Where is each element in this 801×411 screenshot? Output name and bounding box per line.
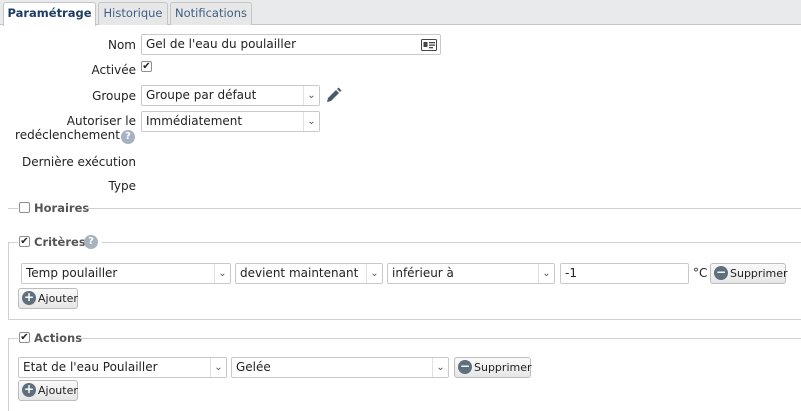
nom-label: Nom (107, 38, 136, 52)
id-card-icon (421, 38, 437, 54)
chevron-down-icon: ⌄ (210, 358, 226, 377)
actions-state-value: Gelée (236, 360, 271, 374)
horaires-title: Horaires (34, 201, 90, 215)
criteres-unit: °C (693, 266, 708, 280)
chevron-down-icon: ⌄ (432, 358, 448, 377)
tab-notifications[interactable]: Notifications (170, 2, 252, 25)
criteres-delete-label: Supprimer (730, 267, 788, 280)
actions-delete-button[interactable]: − Supprimer (454, 357, 532, 378)
type-label: Type (108, 179, 136, 193)
chevron-down-icon: ⌄ (214, 264, 230, 283)
tab-parametrage[interactable]: Paramétrage (3, 2, 96, 26)
autoriser-value: Immédiatement (146, 114, 243, 128)
criteres-value: -1 (565, 266, 577, 280)
nom-input[interactable]: Gel de l'eau du poulailler (141, 34, 441, 55)
tab-historique[interactable]: Historique (98, 2, 168, 25)
chevron-down-icon: ⌄ (303, 112, 319, 131)
horaires-line-right (86, 208, 801, 209)
plus-circle-icon: + (22, 290, 36, 305)
groupe-value: Groupe par défaut (146, 88, 257, 102)
criteres-sensor-value: Temp poulailler (26, 266, 118, 280)
criteres-event-value: devient maintenant (240, 266, 359, 280)
criteres-add-label: Ajouter (38, 292, 78, 305)
actions-delete-label: Supprimer (474, 361, 532, 374)
plus-circle-icon: + (22, 382, 36, 397)
activee-checkbox[interactable]: ✔ (141, 61, 152, 72)
autoriser-select[interactable]: Immédiatement ⌄ (141, 111, 320, 132)
horaires-line-left (8, 208, 18, 209)
chevron-down-icon: ⌄ (366, 264, 382, 283)
criteres-add-button[interactable]: + Ajouter (18, 288, 78, 309)
criteres-operator-value: inférieur à (392, 266, 454, 280)
activee-label: Activée (91, 63, 136, 77)
help-icon[interactable]: ? (121, 130, 135, 144)
chevron-down-icon: ⌄ (303, 86, 319, 105)
tab-bar: Paramétrage Historique Notifications (0, 0, 801, 26)
groupe-select[interactable]: Groupe par défaut ⌄ (141, 85, 320, 106)
criteres-delete-button[interactable]: − Supprimer (710, 263, 788, 284)
criteres-sensor-select[interactable]: Temp poulailler ⌄ (21, 263, 231, 284)
actions-target-value: Etat de l'eau Poulailler (23, 360, 158, 374)
chevron-down-icon: ⌄ (538, 264, 554, 283)
criteres-event-select[interactable]: devient maintenant ⌄ (235, 263, 383, 284)
autoriser-label-line2: redéclenchement (15, 128, 120, 142)
criteres-value-input[interactable]: -1 (560, 263, 689, 284)
actions-state-select[interactable]: Gelée ⌄ (231, 357, 449, 378)
horaires-checkbox[interactable] (19, 202, 30, 213)
actions-add-label: Ajouter (38, 384, 78, 397)
pencil-icon[interactable] (325, 87, 342, 107)
actions-target-select[interactable]: Etat de l'eau Poulailler ⌄ (18, 357, 227, 378)
autoriser-label-line1: Autoriser le (66, 114, 136, 128)
nom-value: Gel de l'eau du poulailler (146, 37, 297, 51)
groupe-label: Groupe (92, 89, 136, 103)
derniere-execution-label: Dernière exécution (21, 155, 136, 169)
criteres-operator-select[interactable]: inférieur à ⌄ (387, 263, 555, 284)
actions-add-button[interactable]: + Ajouter (18, 380, 78, 401)
minus-circle-icon: − (458, 359, 472, 374)
minus-circle-icon: − (714, 265, 728, 280)
